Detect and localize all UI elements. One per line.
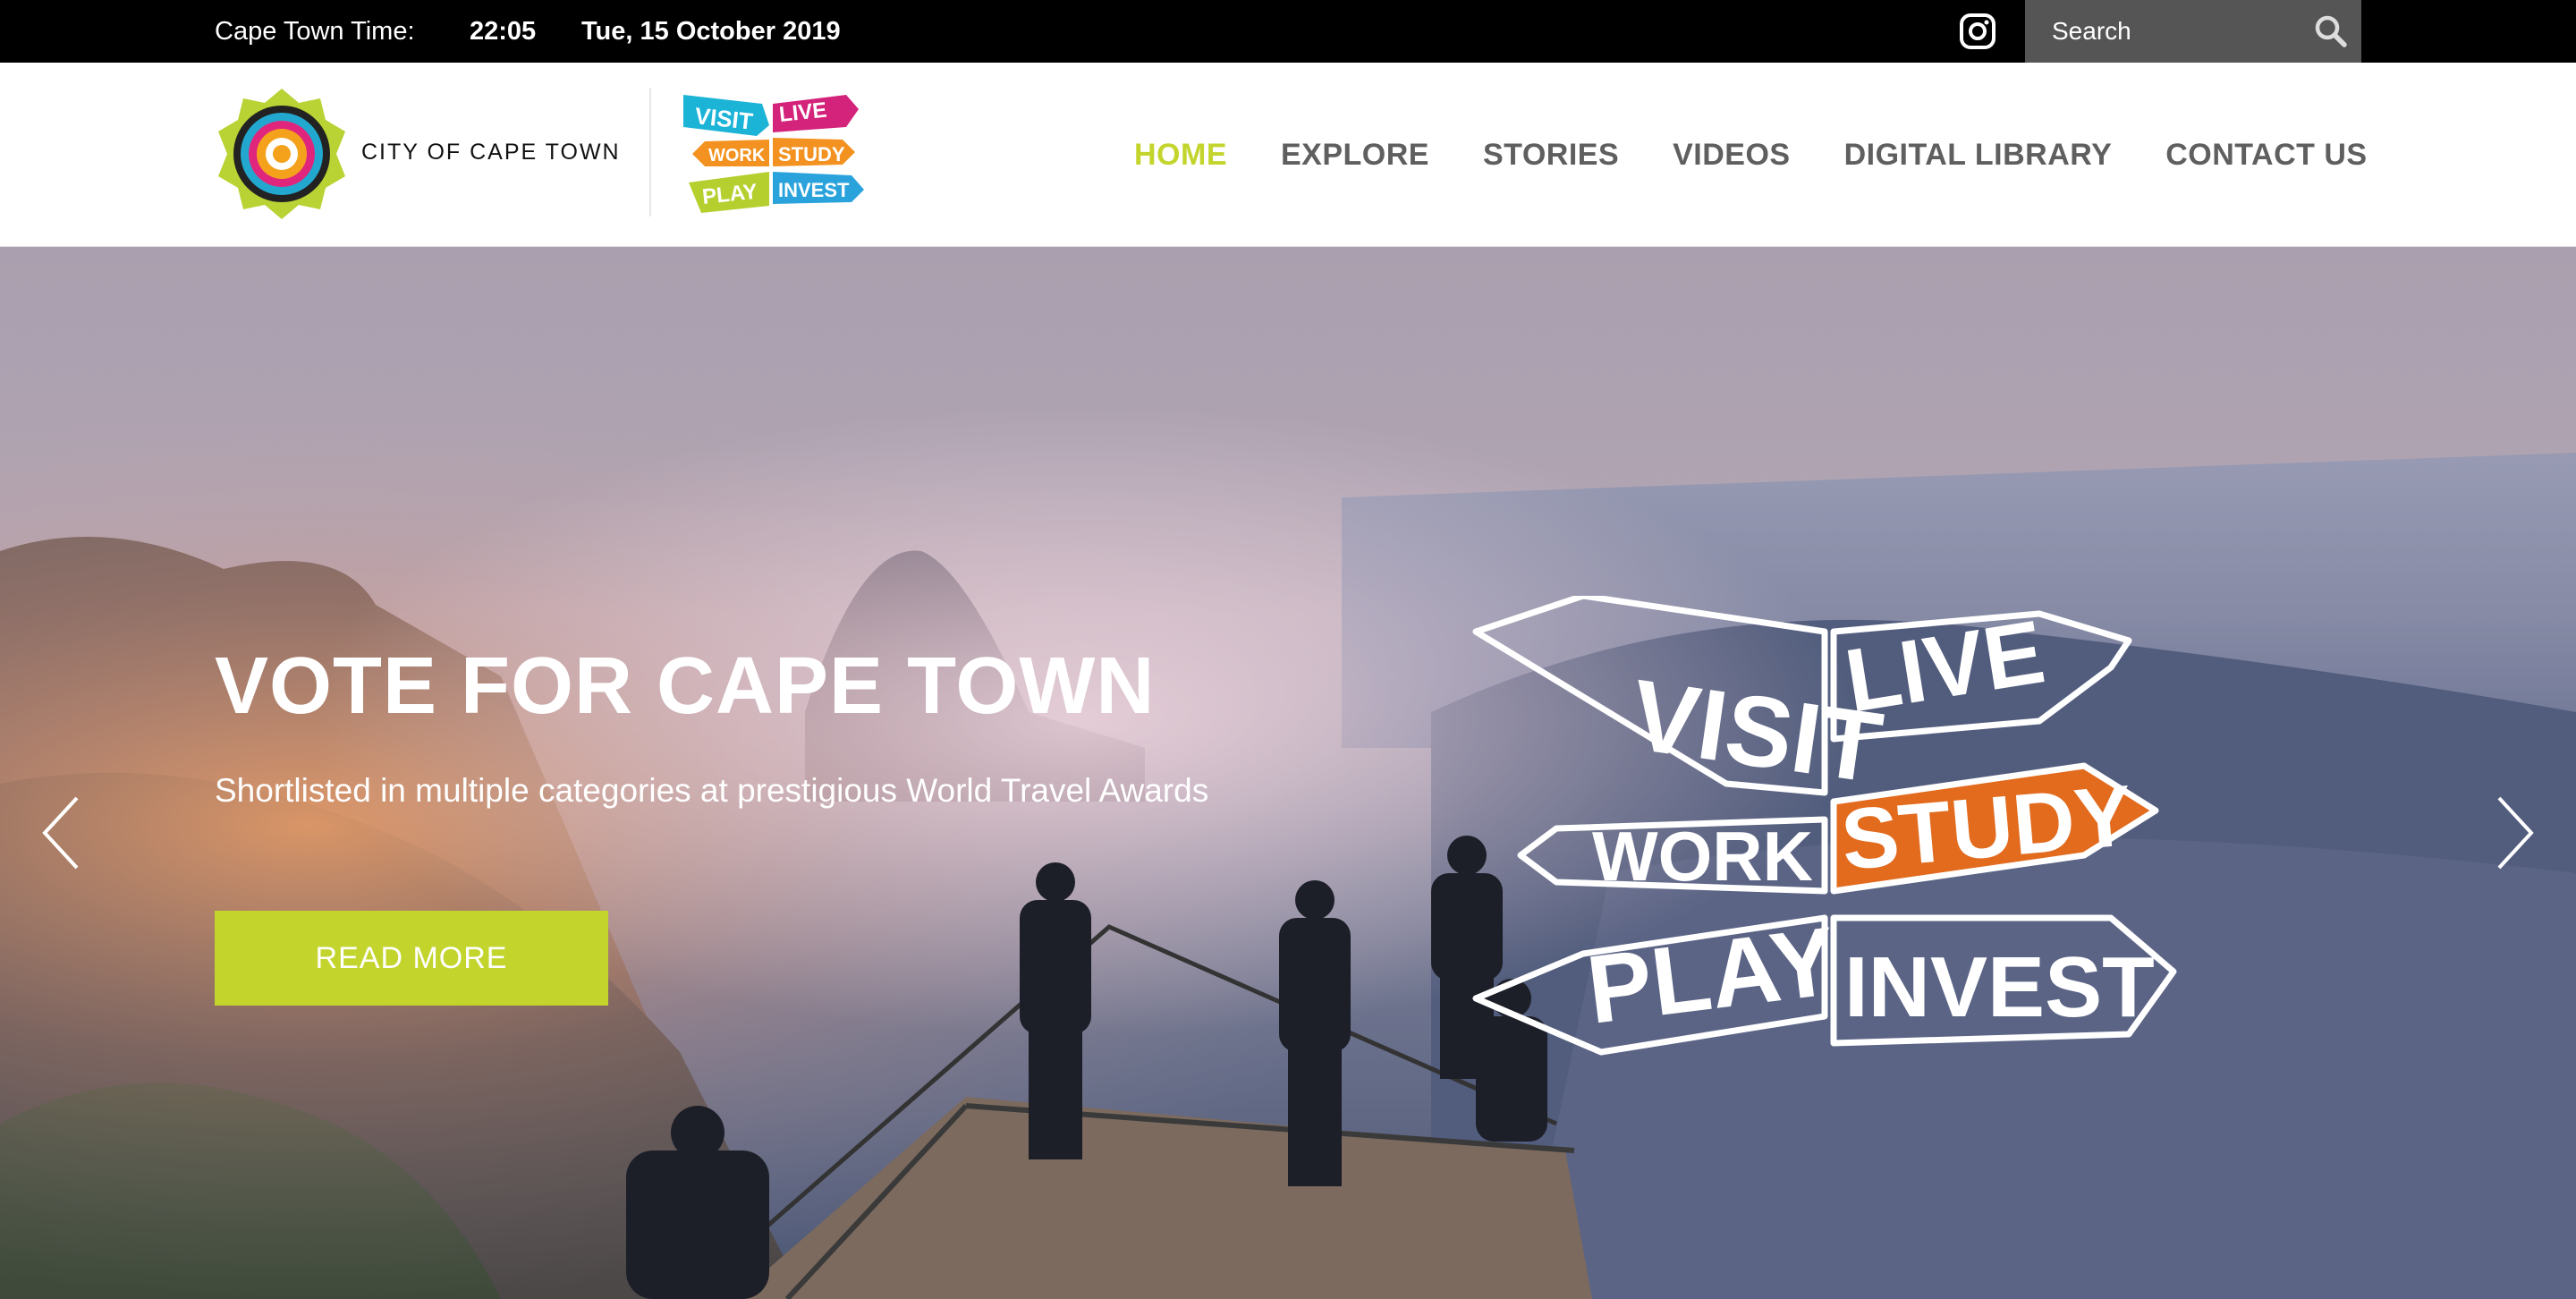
nav-digital-library[interactable]: DIGITAL LIBRARY bbox=[1844, 138, 2113, 173]
signpost-word: LIVE bbox=[1839, 601, 2051, 731]
hero-title: VOTE FOR CAPE TOWN bbox=[215, 641, 1156, 731]
chevron-left-icon[interactable] bbox=[36, 793, 89, 873]
chevron-right-icon[interactable] bbox=[2487, 793, 2540, 873]
signpost-word: STUDY bbox=[1838, 768, 2136, 888]
top-bar: Cape Town Time: 22:05 Tue, 15 October 20… bbox=[0, 0, 2576, 63]
signpost-word: PLAY bbox=[1581, 906, 1842, 1044]
signpost-word: INVEST bbox=[1844, 939, 2155, 1035]
magnifier-icon[interactable] bbox=[2313, 13, 2349, 49]
logo-word: LIVE bbox=[778, 98, 828, 127]
hero-slider: VOTE FOR CAPE TOWN Shortlisted in multip… bbox=[0, 247, 2576, 1299]
logo-word: WORK bbox=[708, 146, 766, 166]
nav-home[interactable]: HOME bbox=[1134, 138, 1227, 173]
city-name: CITY OF CAPE TOWN bbox=[361, 140, 621, 165]
nav-stories[interactable]: STORIES bbox=[1483, 138, 1619, 173]
hero-subtitle: Shortlisted in multiple categories at pr… bbox=[215, 772, 1209, 809]
signpost-word: WORK bbox=[1592, 817, 1813, 896]
nav-contact-us[interactable]: CONTACT US bbox=[2165, 138, 2367, 173]
header-divider bbox=[649, 88, 651, 216]
nav-explore[interactable]: EXPLORE bbox=[1281, 138, 1429, 173]
city-of-cape-town-logo[interactable] bbox=[215, 87, 349, 221]
cape-town-time-value: 22:05 bbox=[470, 17, 537, 46]
read-more-button[interactable]: READ MORE bbox=[215, 911, 608, 1006]
nav-videos[interactable]: VIDEOS bbox=[1673, 138, 1790, 173]
main-nav: HOME EXPLORE STORIES VIDEOS DIGITAL LIBR… bbox=[1109, 63, 2368, 247]
logo-word: INVEST bbox=[778, 179, 850, 201]
site-header: CITY OF CAPE TOWN VISIT LIVE WORK STUDY … bbox=[0, 63, 2576, 247]
cape-town-date-value: Tue, 15 October 2019 bbox=[581, 17, 841, 46]
search-input[interactable] bbox=[2025, 0, 2302, 63]
instagram-icon[interactable] bbox=[1959, 13, 1996, 50]
logo-word: STUDY bbox=[778, 143, 845, 166]
logo-word: VISIT bbox=[693, 102, 754, 135]
visit-live-work-study-play-invest-logo[interactable]: VISIT LIVE WORK STUDY PLAY INVEST bbox=[680, 89, 868, 216]
cape-town-time-label: Cape Town Time: bbox=[215, 17, 415, 46]
visit-live-work-study-play-invest-signpost: VISIT LIVE WORK STUDY PLAY INVEST bbox=[1472, 596, 2177, 1056]
search-box bbox=[2025, 0, 2361, 63]
